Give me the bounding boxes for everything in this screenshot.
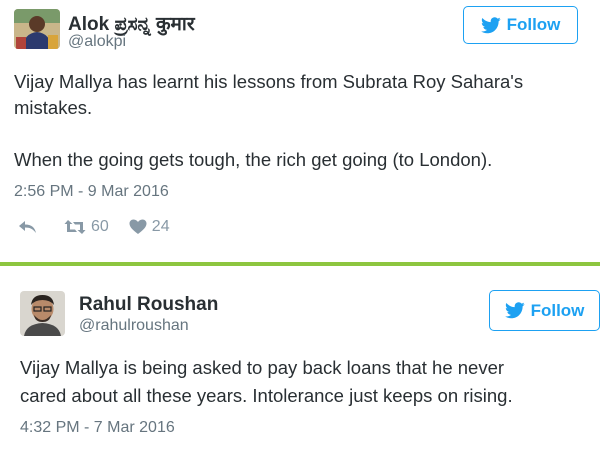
- follow-button[interactable]: Follow: [489, 290, 600, 331]
- like-button[interactable]: 24: [129, 218, 170, 236]
- tweet-card: Alok ಪ್ರಸನ್ನ कुमार @alokpi Follow Vijay …: [0, 0, 600, 262]
- tweet-actions: 60 24: [18, 217, 170, 237]
- tweet-card: Rahul Roushan @rahulroushan Follow Vijay…: [0, 266, 600, 450]
- follow-label: Follow: [530, 300, 585, 320]
- user-avatar-icon: [20, 291, 65, 336]
- tweet-timestamp[interactable]: 4:32 PM - 7 Mar 2016: [20, 419, 175, 437]
- tweet-timestamp[interactable]: 2:56 PM - 9 Mar 2016: [14, 183, 169, 201]
- display-name[interactable]: Rahul Roushan: [79, 294, 218, 316]
- tweet-text-line: cared about all these years. Intolerance…: [20, 385, 513, 406]
- follow-button[interactable]: Follow: [463, 6, 578, 44]
- follow-label: Follow: [506, 15, 561, 34]
- tweet-text-line: Vijay Mallya has learnt his lessons from…: [14, 71, 524, 92]
- avatar[interactable]: [20, 291, 65, 336]
- user-handle[interactable]: @rahulroushan: [79, 317, 189, 335]
- tweet-text-line: Vijay Mallya is being asked to pay back …: [20, 357, 505, 378]
- avatar[interactable]: [14, 9, 60, 49]
- retweet-icon: [64, 220, 86, 234]
- twitter-bird-icon: [504, 302, 525, 319]
- tweet-text: Vijay Mallya has learnt his lessons from…: [14, 69, 523, 173]
- tweet-text-line: When the going gets tough, the rich get …: [14, 149, 493, 170]
- reply-icon: [19, 221, 36, 233]
- tweet-text: Vijay Mallya is being asked to pay back …: [20, 354, 513, 410]
- user-avatar-icon: [14, 9, 60, 49]
- twitter-bird-icon: [480, 16, 501, 33]
- retweet-count: 60: [91, 218, 109, 235]
- tweet-text-line: mistakes.: [14, 97, 93, 118]
- retweet-button[interactable]: 60: [64, 218, 109, 236]
- like-count: 24: [151, 218, 170, 235]
- user-handle[interactable]: @alokpi: [68, 33, 126, 51]
- heart-icon: [129, 219, 147, 234]
- reply-button[interactable]: [18, 220, 38, 234]
